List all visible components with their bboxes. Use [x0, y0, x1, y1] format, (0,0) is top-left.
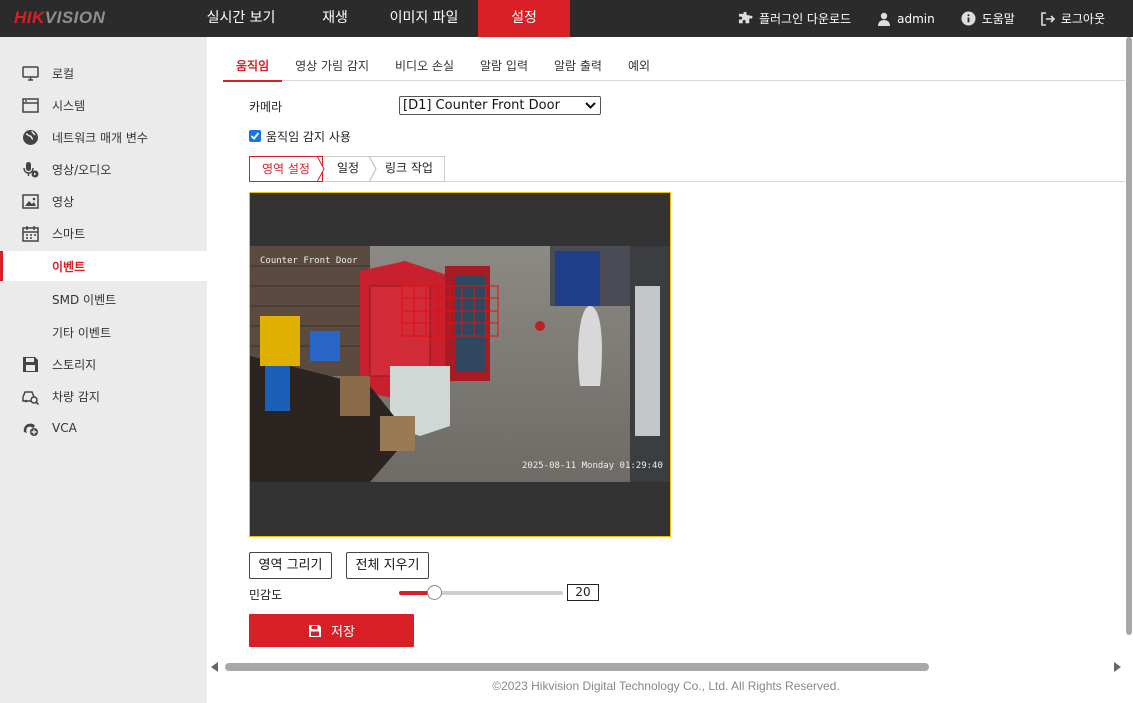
tab-alarm-output[interactable]: 알람 출력 — [541, 51, 615, 81]
sidebar-label: VCA — [52, 421, 77, 435]
sidebar-label: 영상/오디오 — [52, 162, 112, 177]
main-content: 움직임 영상 가림 감지 비디오 손실 알람 입력 알람 출력 예외 카메라 [… — [207, 37, 1133, 703]
sidebar-label: 스토리지 — [52, 357, 97, 372]
calendar-icon — [22, 226, 39, 242]
sidebar-label: 스마트 — [52, 226, 86, 241]
sensitivity-value-input[interactable]: 20 — [567, 584, 599, 601]
save-icon — [309, 624, 322, 637]
sidebar-label: 로컬 — [52, 66, 75, 81]
save-icon — [23, 357, 38, 372]
user-menu[interactable]: admin — [877, 12, 935, 26]
tab-motion[interactable]: 움직임 — [223, 51, 283, 82]
image-icon — [22, 194, 39, 209]
sidebar-label: 네트워크 매개 변수 — [52, 130, 148, 145]
sidebar-item-video-audio[interactable]: 영상/오디오 — [0, 154, 207, 184]
horizontal-scrollbar[interactable] — [207, 659, 1125, 673]
sidebar-item-vca[interactable]: VCA — [0, 413, 207, 443]
user-icon — [878, 12, 891, 26]
sidebar-item-smart[interactable]: 스마트 — [0, 218, 207, 248]
monitor-icon — [22, 66, 39, 81]
nav-configuration[interactable]: 설정 — [478, 0, 570, 37]
sidebar-item-local[interactable]: 로컬 — [0, 58, 207, 88]
footer-copyright: ©2023 Hikvision Digital Technology Co., … — [492, 679, 840, 693]
plugin-download-link[interactable]: 플러그인 다운로드 — [738, 10, 851, 27]
nav-playback[interactable]: 재생 — [300, 0, 370, 37]
motion-subtabs: 영역 설정 일정 링크 작업 — [249, 156, 1125, 182]
sidebar-item-network[interactable]: 네트워크 매개 변수 — [0, 122, 207, 152]
hikvision-logo[interactable]: HIKVISION — [14, 8, 105, 28]
username-label: admin — [897, 11, 935, 26]
chevron-down-icon — [585, 102, 596, 109]
osd-camera-name: Counter Front Door — [260, 256, 358, 266]
video-preview[interactable]: Counter Front Door 2025-08-11 Monday 01:… — [249, 192, 671, 537]
tab-exception[interactable]: 예외 — [615, 51, 663, 81]
osd-timestamp: 2025-08-11 Monday 01:29:40 — [522, 461, 663, 471]
puzzle-icon — [738, 11, 753, 24]
sensitivity-label: 민감도 — [249, 588, 283, 602]
help-link[interactable]: 도움말 — [961, 10, 1015, 27]
camera-feed: Counter Front Door 2025-08-11 Monday 01:… — [250, 246, 670, 482]
scroll-right-icon[interactable] — [1113, 662, 1121, 672]
logout-label: 로그아웃 — [1060, 12, 1105, 26]
save-button-label: 저장 — [331, 625, 355, 640]
plugin-download-label: 플러그인 다운로드 — [758, 12, 852, 26]
enable-motion-label: 움직임 감지 사용 — [266, 130, 351, 144]
save-button[interactable]: 저장 — [249, 614, 414, 647]
sidebar: 로컬 시스템 네트워크 매개 변수 영상/오디오 영상 스마트 이벤트 SMD … — [0, 37, 207, 703]
horizontal-scroll-thumb[interactable] — [225, 663, 929, 671]
sidebar-label: SMD 이벤트 — [52, 292, 117, 307]
tab-alarm-input[interactable]: 알람 입력 — [467, 51, 541, 81]
camera-label: 카메라 — [249, 100, 283, 114]
sidebar-item-vehicle-detection[interactable]: 차량 감지 — [0, 381, 207, 411]
event-tabs: 움직임 영상 가림 감지 비디오 손실 알람 입력 알람 출력 예외 — [223, 51, 1125, 82]
sidebar-label: 기타 이벤트 — [52, 325, 112, 340]
info-icon — [961, 11, 976, 26]
sidebar-label: 영상 — [52, 194, 75, 209]
logo-text-gray: VISION — [44, 8, 106, 27]
draw-area-button[interactable]: 영역 그리기 — [249, 552, 332, 579]
enable-motion-checkbox[interactable] — [249, 130, 261, 142]
vertical-scroll-thumb[interactable] — [1126, 37, 1132, 635]
camera-select-value: [D1] Counter Front Door — [403, 98, 560, 113]
sidebar-label: 차량 감지 — [52, 389, 100, 404]
top-bar: HIKVISION 실시간 보기 재생 이미지 파일 설정 플러그인 다운로드 … — [0, 0, 1133, 37]
tab-video-tampering[interactable]: 영상 가림 감지 — [282, 51, 382, 81]
sidebar-item-storage[interactable]: 스토리지 — [0, 349, 207, 379]
top-right-menu: 플러그인 다운로드 admin 도움말 로그아웃 — [738, 0, 1133, 37]
main-nav: 실시간 보기 재생 이미지 파일 설정 — [182, 0, 570, 37]
sensitivity-slider[interactable] — [399, 585, 563, 600]
nav-live-view[interactable]: 실시간 보기 — [182, 0, 300, 37]
globe-icon — [23, 130, 38, 145]
clear-all-button[interactable]: 전체 지우기 — [346, 552, 429, 579]
camera-select[interactable]: [D1] Counter Front Door — [399, 96, 601, 115]
sidebar-item-system[interactable]: 시스템 — [0, 90, 207, 120]
system-icon — [22, 98, 39, 113]
logo-text-red: HIK — [14, 8, 45, 27]
sidebar-label: 시스템 — [52, 98, 86, 113]
nav-picture[interactable]: 이미지 파일 — [370, 0, 478, 37]
checkmark-icon — [250, 132, 260, 140]
subtab-separators — [316, 156, 377, 182]
vehicle-search-icon — [22, 391, 39, 405]
logout-icon — [1041, 11, 1055, 26]
scroll-left-icon[interactable] — [211, 662, 219, 672]
sidebar-item-other-event[interactable]: 기타 이벤트 — [0, 317, 207, 347]
sidebar-item-image[interactable]: 영상 — [0, 186, 207, 216]
slider-thumb[interactable] — [427, 585, 442, 600]
sidebar-item-event[interactable]: 이벤트 — [0, 251, 207, 281]
mic-icon — [23, 162, 39, 178]
sidebar-label: 이벤트 — [52, 259, 86, 274]
logout-link[interactable]: 로그아웃 — [1041, 10, 1105, 27]
vca-icon — [23, 423, 38, 436]
tab-video-loss[interactable]: 비디오 손실 — [382, 51, 467, 81]
vertical-scrollbar[interactable] — [1125, 37, 1133, 647]
sidebar-item-smd-event[interactable]: SMD 이벤트 — [0, 284, 207, 314]
help-label: 도움말 — [981, 12, 1015, 26]
